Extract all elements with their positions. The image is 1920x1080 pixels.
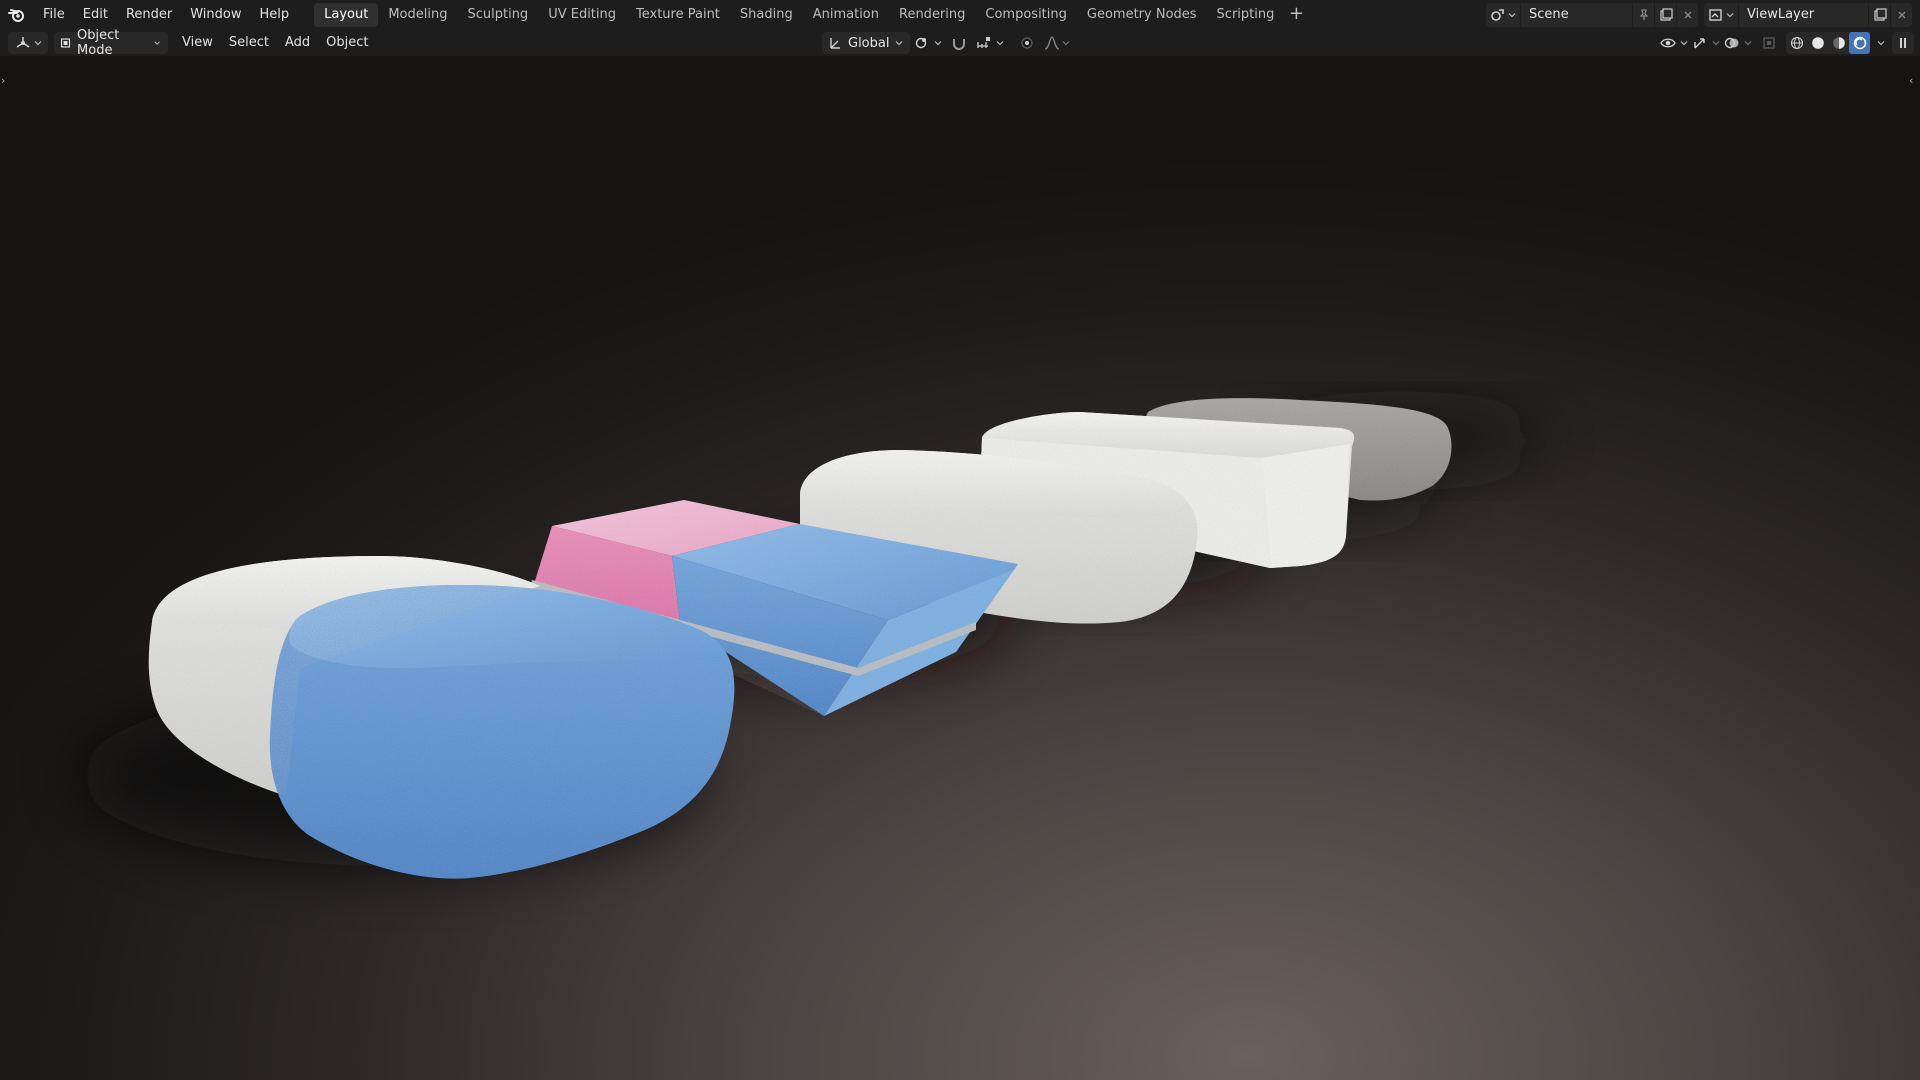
new-scene-icon[interactable] (1654, 3, 1676, 27)
viewport-header: Object Mode View Select Add Object Globa… (0, 28, 1920, 58)
main-menu: File Edit Render Window Help (34, 0, 298, 30)
scene-browse-button[interactable] (1486, 3, 1520, 27)
solid-shading-icon[interactable] (1807, 32, 1828, 54)
viewport-shading-group (1786, 32, 1870, 54)
transform-orientation-dropdown[interactable]: Global (822, 32, 910, 54)
menu-help[interactable]: Help (251, 0, 299, 30)
tab-layout[interactable]: Layout (314, 3, 379, 27)
rendered-scene (80, 398, 1540, 879)
header-menu-select[interactable]: Select (221, 30, 277, 56)
pin-icon[interactable] (1632, 3, 1654, 27)
snap-icon[interactable] (946, 32, 972, 54)
menu-window[interactable]: Window (181, 0, 250, 30)
transform-orientation-icon (830, 38, 840, 49)
view-layer-selector: ViewLayer (1704, 3, 1912, 27)
wireframe-shading-icon[interactable] (1786, 32, 1807, 54)
view-layer-name-field[interactable]: ViewLayer (1738, 3, 1868, 27)
material-shading-icon[interactable] (1828, 32, 1849, 54)
view-layer-browse-button[interactable] (1704, 3, 1738, 27)
object-mode-icon (60, 38, 71, 48)
header-menu-object[interactable]: Object (318, 30, 376, 56)
xray-icon[interactable] (1756, 32, 1782, 54)
tab-compositing[interactable]: Compositing (975, 3, 1077, 27)
close-icon[interactable] (1676, 3, 1698, 27)
tab-texture-paint[interactable]: Texture Paint (626, 3, 730, 27)
menu-render[interactable]: Render (117, 0, 181, 30)
menu-file[interactable]: File (34, 0, 74, 30)
sidebar-toggle-icon[interactable] (1892, 32, 1914, 54)
editor-type-icon[interactable] (8, 32, 48, 54)
pivot-icon[interactable] (914, 32, 942, 54)
shading-options-chevron-icon[interactable] (1874, 32, 1888, 54)
tab-shading[interactable]: Shading (730, 3, 803, 27)
tab-scripting[interactable]: Scripting (1207, 3, 1285, 27)
object-mode-dropdown[interactable]: Object Mode (54, 28, 168, 58)
scene-name-field[interactable]: Scene (1520, 3, 1632, 27)
tab-geometry-nodes[interactable]: Geometry Nodes (1077, 3, 1207, 27)
visibility-icon[interactable] (1660, 32, 1688, 54)
scene-selector: Scene (1486, 3, 1698, 27)
tab-rendering[interactable]: Rendering (889, 3, 975, 27)
header-menu-add[interactable]: Add (277, 30, 318, 56)
transform-tools: Global (822, 32, 1070, 54)
workspace-tabs: Layout Modeling Sculpting UV Editing Tex… (314, 0, 1308, 30)
topbar: File Edit Render Window Help Layout Mode… (0, 0, 1920, 30)
snap-increment-icon[interactable] (976, 32, 1004, 54)
menu-edit[interactable]: Edit (74, 0, 117, 30)
tab-animation[interactable]: Animation (803, 3, 889, 27)
tab-sculpting[interactable]: Sculpting (457, 3, 538, 27)
tab-modeling[interactable]: Modeling (378, 3, 457, 27)
overlay-icon[interactable] (1724, 32, 1752, 54)
close-icon[interactable] (1890, 3, 1912, 27)
blender-logo-icon[interactable] (0, 0, 34, 30)
mode-label: Object Mode (77, 28, 120, 58)
viewport-display-tools (1660, 32, 1914, 54)
plus-icon[interactable]: + (1284, 3, 1308, 27)
falloff-icon[interactable] (1044, 32, 1070, 54)
tab-uv-editing[interactable]: UV Editing (538, 3, 626, 27)
new-view-layer-icon[interactable] (1868, 3, 1890, 27)
header-menu-view[interactable]: View (174, 30, 221, 56)
orientation-label: Global (848, 35, 890, 51)
rendered-shading-icon[interactable] (1849, 32, 1870, 54)
proportional-edit-icon[interactable] (1014, 32, 1040, 54)
3d-viewport[interactable]: › ‹ (0, 56, 1920, 1080)
gizmo-icon[interactable] (1692, 32, 1720, 54)
